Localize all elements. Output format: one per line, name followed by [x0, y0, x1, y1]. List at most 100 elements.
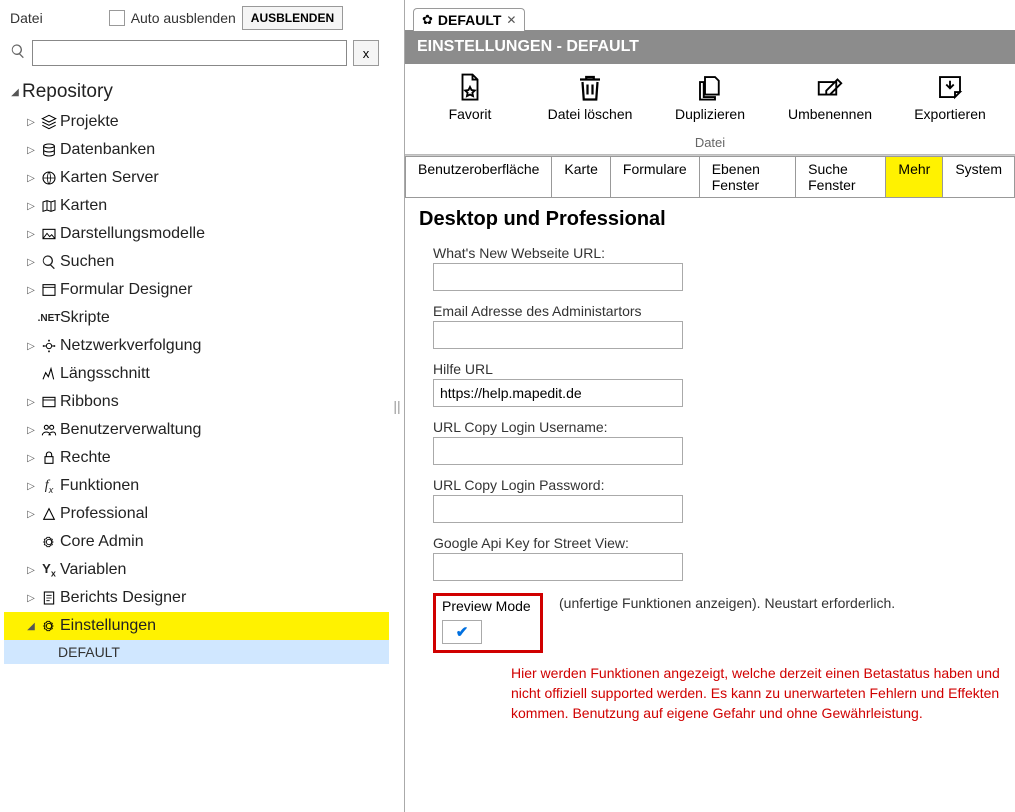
rename-icon: [815, 72, 845, 102]
toggle-icon: ▷: [24, 341, 38, 352]
tree-item-berichts-designer[interactable]: ▷Berichts Designer: [4, 584, 389, 612]
export-button[interactable]: Exportieren: [905, 72, 995, 123]
favorit-button[interactable]: Favorit: [425, 72, 515, 123]
repository-tree: ◢ Repository ▷Projekte▷Datenbanken▷Karte…: [0, 74, 389, 812]
toggle-icon: ▷: [24, 285, 38, 296]
right-panel: ✿ DEFAULT ✕ EINSTELLUNGEN - DEFAULT Favo…: [404, 0, 1015, 812]
item-icon: [38, 254, 60, 270]
toggle-icon: ▷: [24, 453, 38, 464]
tree-item-darstellungsmodelle[interactable]: ▷Darstellungsmodelle: [4, 220, 389, 248]
document-tabs: ✿ DEFAULT ✕: [405, 0, 1015, 30]
search-icon: [10, 43, 26, 64]
search-clear-button[interactable]: x: [353, 40, 379, 66]
left-panel-top: Datei Auto ausblenden AUSBLENDEN: [0, 0, 389, 36]
input-help[interactable]: [433, 379, 683, 407]
toggle-icon: ▷: [24, 117, 38, 128]
left-panel: Datei Auto ausblenden AUSBLENDEN x ◢ Rep…: [0, 0, 390, 812]
tree-item-ribbons[interactable]: ▷Ribbons: [4, 388, 389, 416]
toggle-icon: ▷: [24, 397, 38, 408]
splitter[interactable]: ||: [390, 0, 404, 812]
toggle-icon: ▷: [24, 173, 38, 184]
field-help: Hilfe URL: [419, 361, 1001, 407]
tree-item-core-admin[interactable]: Core Admin: [4, 528, 389, 556]
preview-label: Preview Mode: [442, 598, 531, 614]
tree-item-längsschnitt[interactable]: Längsschnitt: [4, 360, 389, 388]
hide-button[interactable]: AUSBLENDEN: [242, 6, 343, 30]
search-input[interactable]: [32, 40, 347, 66]
tree-leaf-default[interactable]: DEFAULT: [4, 640, 389, 664]
tree-item-rechte[interactable]: ▷Rechte: [4, 444, 389, 472]
toggle-icon: ▷: [24, 201, 38, 212]
input-gapi[interactable]: [433, 553, 683, 581]
splitter-handle-icon: ||: [393, 398, 400, 414]
toggle-icon: ◢: [24, 621, 38, 632]
rename-button[interactable]: Umbenennen: [785, 72, 875, 123]
subtab-suche-fenster[interactable]: Suche Fenster: [796, 156, 886, 197]
input-whatsnew[interactable]: [433, 263, 683, 291]
tree-item-skripte[interactable]: .NETSkripte: [4, 304, 389, 332]
tree-item-variablen[interactable]: ▷YxVariablen: [4, 556, 389, 584]
item-icon: [38, 506, 60, 522]
tree-item-formular-designer[interactable]: ▷Formular Designer: [4, 276, 389, 304]
subtab-benutzeroberfläche[interactable]: Benutzeroberfläche: [405, 156, 552, 197]
search-row: x: [0, 36, 389, 74]
favorite-file-icon: [455, 72, 485, 102]
tree-item-karten-server[interactable]: ▷Karten Server: [4, 164, 389, 192]
tree-item-funktionen[interactable]: ▷fxFunktionen: [4, 472, 389, 500]
subtab-mehr[interactable]: Mehr: [886, 156, 943, 197]
content: Desktop und Professional What's New Webs…: [405, 198, 1015, 812]
toggle-icon: ▷: [24, 481, 38, 492]
subtab-formulare[interactable]: Formulare: [611, 156, 700, 197]
item-icon: [38, 590, 60, 606]
tree-item-professional[interactable]: ▷Professional: [4, 500, 389, 528]
item-icon: .NET: [38, 313, 60, 324]
tree-root[interactable]: ◢ Repository: [4, 76, 389, 108]
tree-item-einstellungen[interactable]: ◢Einstellungen: [4, 612, 389, 640]
toggle-icon: ▷: [24, 257, 38, 268]
subtab-ebenen-fenster[interactable]: Ebenen Fenster: [700, 156, 796, 197]
collapse-icon: ◢: [8, 87, 22, 98]
item-icon: [38, 282, 60, 298]
tree-item-datenbanken[interactable]: ▷Datenbanken: [4, 136, 389, 164]
input-copyuser[interactable]: [433, 437, 683, 465]
duplicate-button[interactable]: Duplizieren: [665, 72, 755, 123]
item-icon: [38, 226, 60, 242]
item-icon: [38, 366, 60, 382]
toggle-icon: ▷: [24, 593, 38, 604]
input-email[interactable]: [433, 321, 683, 349]
field-gapi: Google Api Key for Street View:: [419, 535, 1001, 581]
duplicate-icon: [695, 72, 725, 102]
close-icon[interactable]: ✕: [506, 13, 516, 27]
toggle-icon: ▷: [24, 229, 38, 240]
toggle-icon: ▷: [24, 145, 38, 156]
field-whatsnew: What's New Webseite URL:: [419, 245, 1001, 291]
toggle-icon: ▷: [24, 509, 38, 520]
tab-default[interactable]: ✿ DEFAULT ✕: [413, 8, 525, 31]
toggle-icon: ▷: [24, 425, 38, 436]
field-preview: Preview Mode ✔ (unfertige Funktionen anz…: [419, 593, 1001, 724]
export-icon: [935, 72, 965, 102]
subtab-system[interactable]: System: [943, 156, 1015, 197]
delete-button[interactable]: Datei löschen: [545, 72, 635, 123]
item-icon: [38, 114, 60, 130]
tree-item-projekte[interactable]: ▷Projekte: [4, 108, 389, 136]
tree-item-benutzerverwaltung[interactable]: ▷Benutzerverwaltung: [4, 416, 389, 444]
field-copyuser: URL Copy Login Username:: [419, 419, 1001, 465]
banner-title: EINSTELLUNGEN - DEFAULT: [405, 30, 1015, 64]
preview-warning: Hier werden Funktionen angezeigt, welche…: [511, 663, 1001, 724]
tree-item-suchen[interactable]: ▷Suchen: [4, 248, 389, 276]
item-icon: [38, 338, 60, 354]
tree-item-netzwerkverfolgung[interactable]: ▷Netzwerkverfolgung: [4, 332, 389, 360]
item-icon: [38, 394, 60, 410]
tree-item-karten[interactable]: ▷Karten: [4, 192, 389, 220]
preview-checkbox[interactable]: ✔: [442, 620, 482, 644]
autohide-checkbox[interactable]: [109, 10, 125, 26]
input-copypass[interactable]: [433, 495, 683, 523]
item-icon: [38, 618, 60, 634]
preview-rest-label: (unfertige Funktionen anzeigen). Neustar…: [559, 595, 895, 611]
subtab-karte[interactable]: Karte: [552, 156, 610, 197]
subtabs: BenutzeroberflächeKarteFormulareEbenen F…: [405, 155, 1015, 198]
toolbar-group-label: Datei: [695, 135, 725, 150]
file-label: Datei: [10, 10, 43, 26]
field-email: Email Adresse des Administartors: [419, 303, 1001, 349]
